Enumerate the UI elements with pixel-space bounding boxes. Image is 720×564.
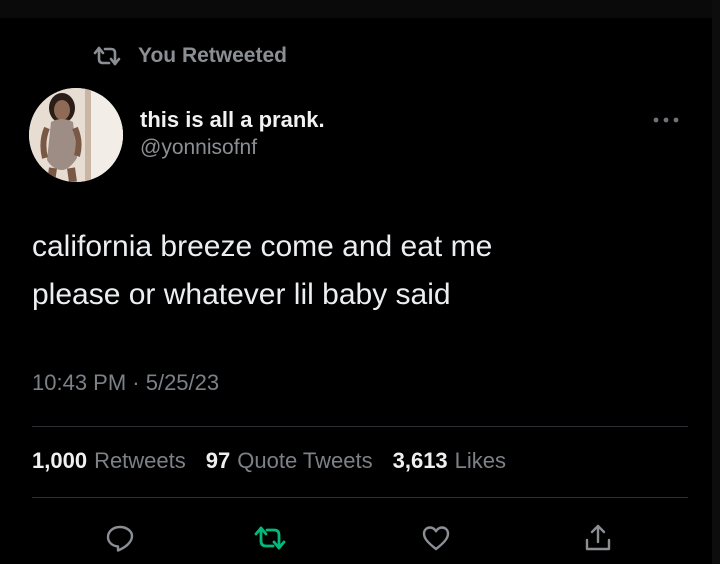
share-icon: [583, 522, 613, 559]
retweet-context: You Retweeted: [92, 44, 287, 68]
divider: [32, 497, 688, 498]
like-button[interactable]: [414, 520, 458, 560]
engagement-stats: 1,000 Retweets 97 Quote Tweets 3,613 Lik…: [32, 448, 506, 474]
retweets-count: 1,000: [32, 448, 88, 473]
tweet-screen: You Retweeted this is all a prank. @yonn…: [0, 0, 720, 564]
quote-tweets-label: Quote Tweets: [237, 448, 373, 473]
right-edge: [712, 0, 720, 564]
heart-icon: [421, 524, 451, 557]
user-handle[interactable]: @yonnisofnf: [140, 134, 325, 162]
display-name[interactable]: this is all a prank.: [140, 106, 325, 134]
tweet-text: california breeze come and eat me please…: [32, 230, 493, 311]
likes-count: 3,613: [392, 448, 448, 473]
retweets-stat[interactable]: 1,000 Retweets: [32, 448, 186, 474]
likes-label: Likes: [454, 448, 507, 473]
action-bar: [0, 514, 720, 564]
reply-icon: [105, 523, 135, 558]
reply-button[interactable]: [98, 520, 142, 560]
retweet-icon: [253, 525, 287, 556]
retweet-button[interactable]: [248, 520, 292, 560]
divider: [32, 426, 688, 427]
retweet-icon: [92, 45, 122, 67]
top-edge: [0, 0, 720, 18]
retweets-label: Retweets: [94, 448, 186, 473]
likes-stat[interactable]: 3,613 Likes: [393, 448, 506, 474]
quote-tweets-count: 97: [205, 448, 231, 473]
author-block[interactable]: this is all a prank. @yonnisofnf: [140, 106, 325, 162]
retweet-context-label: You Retweeted: [138, 44, 287, 67]
more-icon[interactable]: [648, 108, 684, 132]
avatar[interactable]: [29, 88, 123, 182]
share-button[interactable]: [576, 520, 620, 560]
quote-tweets-stat[interactable]: 97 Quote Tweets: [206, 448, 373, 474]
tweet-timestamp[interactable]: 10:43 PM · 5/25/23: [32, 370, 219, 396]
